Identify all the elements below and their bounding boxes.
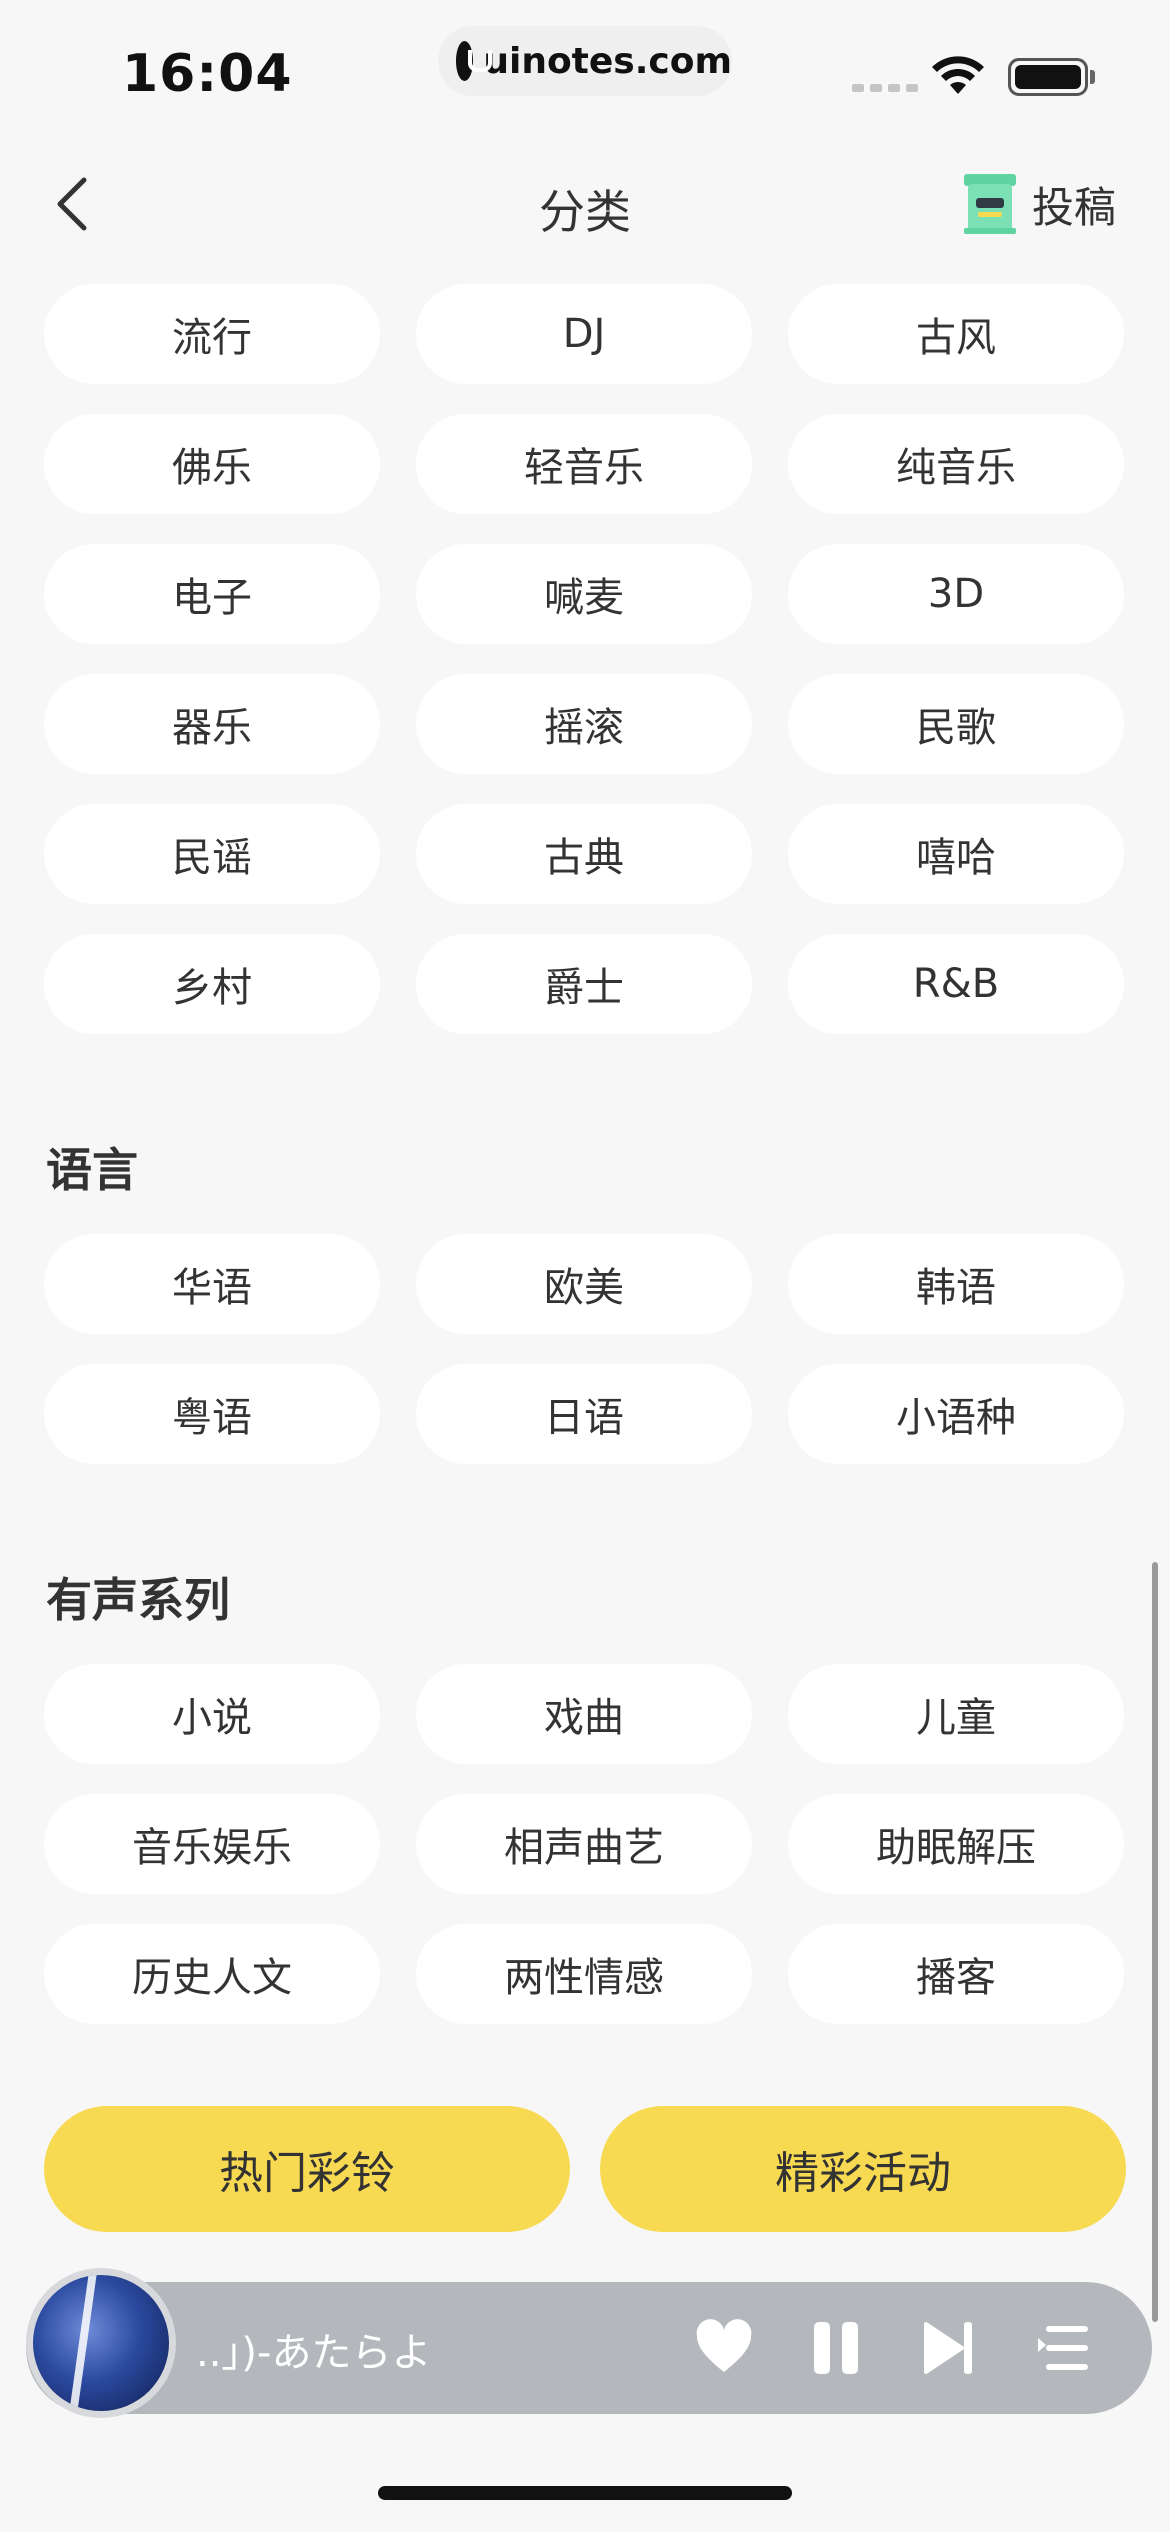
chip-row: 乡村 爵士 R&B: [44, 934, 1126, 1034]
audio-chip[interactable]: 两性情感: [416, 1924, 752, 2024]
mini-player[interactable]: ..」)-あたらよ: [26, 2268, 1152, 2418]
action-buttons: 热门彩铃 精彩活动: [44, 2106, 1126, 2232]
genre-chip[interactable]: 3D: [788, 544, 1124, 644]
chip-row: 粤语 日语 小语种: [44, 1364, 1126, 1464]
wifi-icon: [932, 56, 984, 94]
audio-chip[interactable]: 音乐娱乐: [44, 1794, 380, 1894]
chip-row: 民谣 古典 嘻哈: [44, 804, 1126, 904]
category-page: 16:04 uinotes.com 分类 投稿 流行 DJ 古风 佛乐 轻音乐 …: [0, 0, 1170, 2532]
mailbox-icon: [963, 174, 1016, 234]
genre-chip[interactable]: 流行: [44, 284, 380, 384]
home-indicator[interactable]: [378, 2486, 792, 2500]
chip-row: 小说 戏曲 儿童: [44, 1664, 1126, 1764]
track-title: ..」)-あたらよ: [196, 2330, 432, 2376]
language-chip[interactable]: 日语: [416, 1364, 752, 1464]
genre-chip[interactable]: 纯音乐: [788, 414, 1124, 514]
status-time: 16:04: [122, 44, 293, 104]
nav-bar: 分类 投稿: [0, 150, 1170, 260]
heart-icon[interactable]: [694, 2318, 754, 2378]
audio-chip[interactable]: 小说: [44, 1664, 380, 1764]
audio-chip[interactable]: 历史人文: [44, 1924, 380, 2024]
site-logo-icon: [456, 41, 493, 81]
genre-chip[interactable]: 轻音乐: [416, 414, 752, 514]
audio-chip[interactable]: 相声曲艺: [416, 1794, 752, 1894]
audio-chip[interactable]: 助眠解压: [788, 1794, 1124, 1894]
genre-chip[interactable]: 古典: [416, 804, 752, 904]
url-text: uinotes.com: [483, 40, 732, 82]
chip-row: 历史人文 两性情感 播客: [44, 1924, 1126, 2024]
language-chip[interactable]: 欧美: [416, 1234, 752, 1334]
pause-icon[interactable]: [808, 2318, 864, 2378]
battery-icon: [1008, 58, 1088, 96]
audio-series-grid: 小说 戏曲 儿童 音乐娱乐 相声曲艺 助眠解压 历史人文 两性情感 播客: [44, 1664, 1126, 2054]
section-title-language: 语言: [46, 1143, 138, 1197]
chip-row: 电子 喊麦 3D: [44, 544, 1126, 644]
genre-grid: 流行 DJ 古风 佛乐 轻音乐 纯音乐 电子 喊麦 3D 器乐 摇滚 民歌 民谣…: [44, 284, 1126, 1064]
chip-row: 佛乐 轻音乐 纯音乐: [44, 414, 1126, 514]
section-title-audio-series: 有声系列: [46, 1573, 230, 1627]
genre-chip[interactable]: 古风: [788, 284, 1124, 384]
language-chip[interactable]: 小语种: [788, 1364, 1124, 1464]
genre-chip[interactable]: 摇滚: [416, 674, 752, 774]
submit-button[interactable]: 投稿: [962, 172, 1116, 236]
next-track-icon[interactable]: [922, 2318, 978, 2378]
chip-row: 器乐 摇滚 民歌: [44, 674, 1126, 774]
genre-chip[interactable]: 嘻哈: [788, 804, 1124, 904]
language-grid: 华语 欧美 韩语 粤语 日语 小语种: [44, 1234, 1126, 1494]
genre-chip[interactable]: 爵士: [416, 934, 752, 1034]
genre-chip[interactable]: R&B: [788, 934, 1124, 1034]
status-bar: 16:04 uinotes.com: [0, 0, 1170, 130]
playlist-icon[interactable]: [1036, 2318, 1092, 2378]
audio-chip[interactable]: 戏曲: [416, 1664, 752, 1764]
genre-chip[interactable]: 电子: [44, 544, 380, 644]
events-button[interactable]: 精彩活动: [600, 2106, 1126, 2232]
genre-chip[interactable]: 喊麦: [416, 544, 752, 644]
genre-chip[interactable]: DJ: [416, 284, 752, 384]
url-pill[interactable]: uinotes.com: [438, 26, 732, 96]
chip-row: 华语 欧美 韩语: [44, 1234, 1126, 1334]
genre-chip[interactable]: 乡村: [44, 934, 380, 1034]
battery-tip: [1090, 70, 1095, 84]
submit-label: 投稿: [1031, 182, 1116, 232]
audio-chip[interactable]: 播客: [788, 1924, 1124, 2024]
scrollbar[interactable]: [1152, 1562, 1158, 2322]
language-chip[interactable]: 韩语: [788, 1234, 1124, 1334]
audio-chip[interactable]: 儿童: [788, 1664, 1124, 1764]
genre-chip[interactable]: 民谣: [44, 804, 380, 904]
chip-row: 流行 DJ 古风: [44, 284, 1126, 384]
hot-ringtones-button[interactable]: 热门彩铃: [44, 2106, 570, 2232]
album-cover[interactable]: [26, 2268, 176, 2418]
cellular-signal-icon: [852, 84, 918, 92]
genre-chip[interactable]: 器乐: [44, 674, 380, 774]
language-chip[interactable]: 华语: [44, 1234, 380, 1334]
language-chip[interactable]: 粤语: [44, 1364, 380, 1464]
genre-chip[interactable]: 佛乐: [44, 414, 380, 514]
chip-row: 音乐娱乐 相声曲艺 助眠解压: [44, 1794, 1126, 1894]
genre-chip[interactable]: 民歌: [788, 674, 1124, 774]
